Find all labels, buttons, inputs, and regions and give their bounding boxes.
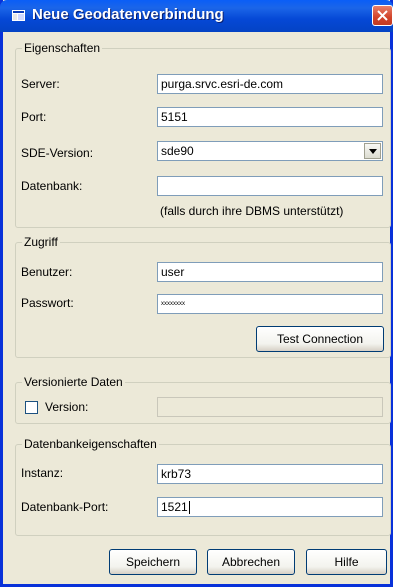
window-title: Neue Geodatenverbindung	[32, 6, 224, 23]
benutzer-input[interactable]: user	[157, 262, 383, 282]
port-input[interactable]: 5151	[157, 107, 383, 127]
close-button[interactable]	[372, 5, 393, 26]
text-cursor	[188, 501, 190, 515]
datenbank-port-input[interactable]: 1521	[157, 497, 383, 517]
window-app-icon	[12, 10, 25, 21]
benutzer-label: Benutzer:	[21, 265, 73, 279]
datenbank-hint: (falls durch ihre DBMS unterstützt)	[160, 204, 344, 218]
group-datenbankeigenschaften: Datenbankeigenschaften	[15, 437, 391, 536]
datenbank-port-label: Datenbank-Port:	[21, 500, 109, 514]
group-versionierte-daten-legend: Versionierte Daten	[22, 375, 125, 389]
version-checkbox[interactable]	[25, 401, 38, 414]
close-icon	[377, 10, 388, 21]
chevron-down-icon	[369, 149, 377, 154]
datenbank-label: Datenbank:	[21, 179, 83, 193]
sde-version-value: sde90	[161, 144, 194, 158]
dialog-window: Neue Geodatenverbindung Eigenschaften Se…	[0, 0, 393, 587]
server-input[interactable]: purga.srvc.esri-de.com	[157, 74, 383, 94]
test-connection-button[interactable]: Test Connection	[256, 326, 384, 352]
server-label: Server:	[21, 77, 60, 91]
group-datenbankeigenschaften-legend: Datenbankeigenschaften	[22, 437, 159, 451]
abbrechen-button[interactable]: Abbrechen	[207, 549, 295, 575]
passwort-input[interactable]: xxxxxxxx	[157, 294, 383, 314]
hilfe-button[interactable]: Hilfe	[306, 549, 387, 575]
sde-version-select[interactable]: sde90	[157, 141, 383, 161]
group-eigenschaften-legend: Eigenschaften	[22, 41, 103, 55]
title-bar[interactable]: Neue Geodatenverbindung	[0, 0, 393, 32]
version-input[interactable]	[157, 397, 383, 417]
passwort-label: Passwort:	[21, 296, 74, 310]
sde-version-dropdown-button[interactable]	[364, 143, 381, 159]
sde-version-label: SDE-Version:	[21, 146, 94, 160]
instanz-input[interactable]: krb73	[157, 464, 383, 484]
datenbank-input[interactable]	[157, 176, 383, 196]
version-label: Version:	[45, 400, 89, 414]
speichern-button[interactable]: Speichern	[109, 549, 197, 575]
datenbank-port-value: 1521	[161, 500, 188, 514]
port-label: Port:	[21, 110, 47, 124]
group-zugriff-legend: Zugriff	[22, 235, 60, 249]
instanz-label: Instanz:	[21, 466, 64, 480]
